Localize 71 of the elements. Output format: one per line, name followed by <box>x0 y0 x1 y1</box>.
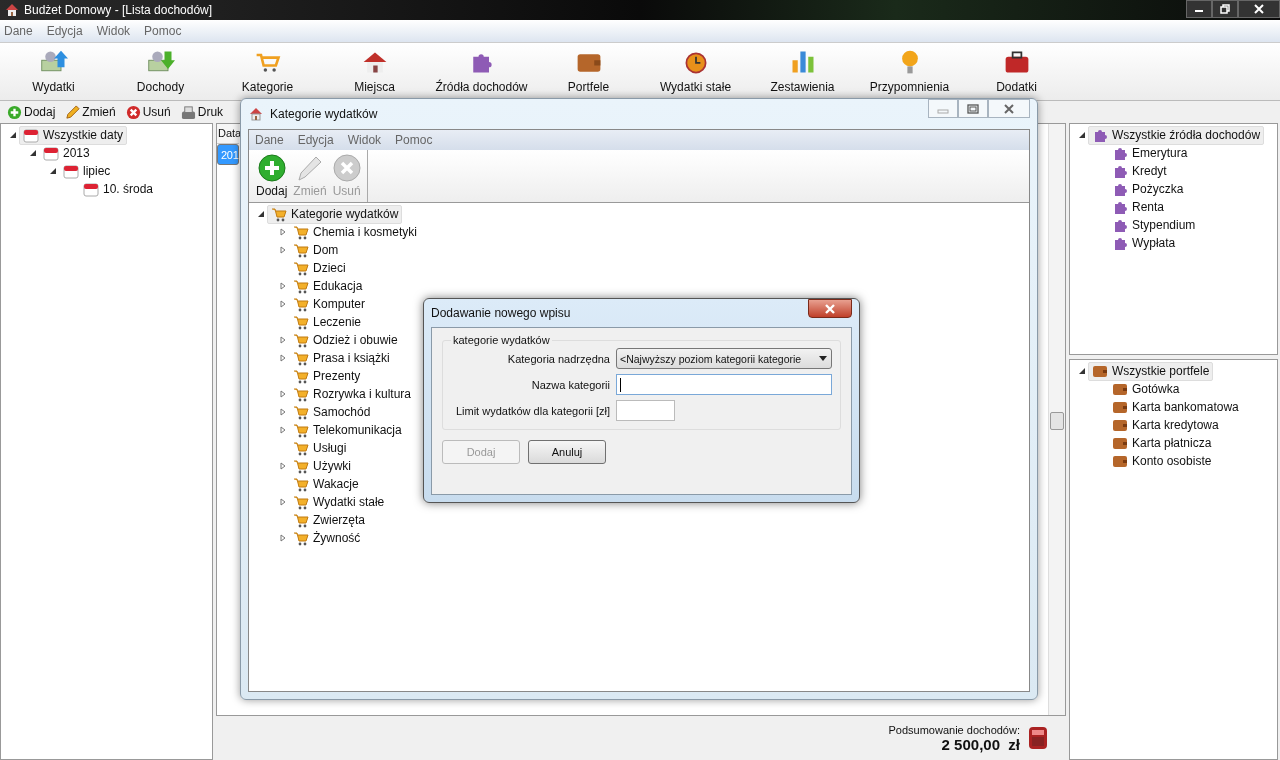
dialog-button[interactable]: Anuluj <box>528 440 606 464</box>
toolbar-button[interactable]: Wydatki stałe <box>642 43 749 100</box>
tree-item[interactable]: Wszystkie portfele <box>1088 361 1214 381</box>
window-title: Kategorie wydatków <box>270 107 378 121</box>
dialog-title: Dodawanie nowego wpisu <box>431 306 571 320</box>
toolbar-button[interactable]: Przypomnienia <box>856 43 963 100</box>
tree-item[interactable]: Kategorie wydatków <box>267 204 403 224</box>
toolbar-button[interactable]: Wydatki <box>0 43 107 100</box>
tree-item[interactable]: 10. środa <box>79 179 158 199</box>
tree-item[interactable]: Pożyczka <box>1108 179 1188 199</box>
tree-item[interactable]: Wszystkie daty <box>19 125 127 145</box>
tree-item[interactable]: Gotówka <box>1108 379 1184 399</box>
tree-item[interactable]: Chemia i kosmetyki <box>289 222 422 242</box>
tree-item[interactable]: Kredyt <box>1108 161 1171 181</box>
field-label: Nazwa kategorii <box>531 378 610 391</box>
toolbar-button[interactable]: Kategorie <box>214 43 321 100</box>
toolbar-button[interactable]: Dodaj <box>253 150 291 202</box>
menu-item[interactable]: Dane <box>255 133 284 147</box>
tree-item[interactable]: Prezenty <box>289 366 365 386</box>
tree-item[interactable]: Dom <box>289 240 343 260</box>
tree-item[interactable]: Karta bankomatowa <box>1108 397 1243 417</box>
tree-item[interactable]: Leczenie <box>289 312 366 332</box>
tree-item[interactable]: Wakacje <box>289 474 363 494</box>
tree-item[interactable]: Edukacja <box>289 276 367 296</box>
dropdown[interactable]: <Najwyższy poziom kategorii kategorie <box>616 348 832 369</box>
tree-item[interactable]: Karta kredytowa <box>1108 415 1223 435</box>
column-header[interactable]: Data <box>217 124 239 144</box>
group-title: kategorie wydatków <box>452 334 551 346</box>
toolbar-button[interactable]: Dodatki <box>963 43 1070 100</box>
toolbar-button[interactable]: Druk <box>176 104 228 120</box>
menu-item[interactable]: Edycja <box>297 133 334 147</box>
tree-item[interactable]: Żywność <box>289 528 365 548</box>
toolbar-button[interactable]: Zmień <box>61 104 120 120</box>
tree-item[interactable]: Konto osobiste <box>1108 451 1216 471</box>
toolbar-button[interactable]: Źródła dochodów <box>428 43 535 100</box>
field-label: Kategoria nadrzędna <box>507 352 610 365</box>
tree-item[interactable]: Renta <box>1108 197 1169 217</box>
toolbar-button[interactable]: Portfele <box>535 43 642 100</box>
toolbar-button[interactable]: Zestawienia <box>749 43 856 100</box>
menu-item[interactable]: Pomoc <box>395 133 433 147</box>
menu-item[interactable]: Pomoc <box>144 24 182 38</box>
menu-item[interactable]: Dane <box>4 24 33 38</box>
tree-item[interactable]: Telekomunikacja <box>289 420 406 440</box>
toolbar-button[interactable]: Dodaj <box>3 104 60 120</box>
tree-item[interactable]: Dzieci <box>289 258 350 278</box>
tree-item[interactable]: Prasa i książki <box>289 348 394 368</box>
tree-item[interactable]: Usługi <box>289 438 351 458</box>
toolbar-button[interactable]: Usuń <box>121 104 175 120</box>
summary-label: Podsumowanie dochodów: <box>888 723 1020 736</box>
toolbar-button[interactable]: Dochody <box>107 43 214 100</box>
tree-item[interactable]: Stypendium <box>1108 215 1200 235</box>
field-label: Limit wydatków dla kategorii [zł] <box>455 404 610 417</box>
toolbar-button[interactable]: Miejsca <box>321 43 428 100</box>
tree-item[interactable]: Wydatki stałe <box>289 492 389 512</box>
tree-item[interactable]: Karta płatnicza <box>1108 433 1216 453</box>
tree-item[interactable]: Rozrywka i kultura <box>289 384 416 404</box>
tree-item[interactable]: lipiec <box>59 161 115 181</box>
tree-item[interactable]: Używki <box>289 456 355 476</box>
tree-item[interactable]: Zwierzęta <box>289 510 369 530</box>
menu-item[interactable]: Edycja <box>46 24 83 38</box>
menu-item[interactable]: Widok <box>96 24 131 38</box>
tree-item[interactable]: Komputer <box>289 294 370 314</box>
tree-item[interactable]: Wypłata <box>1108 233 1180 253</box>
window-title: Budżet Domowy - [Lista dochodów] <box>24 3 213 17</box>
summary-value: 2 500,00 zł <box>941 735 1020 753</box>
tree-item[interactable]: Emerytura <box>1108 143 1192 163</box>
tree-item[interactable]: Odzież i obuwie <box>289 330 402 350</box>
tree-item[interactable]: Wszystkie źródła dochodów <box>1088 125 1265 145</box>
menu-item[interactable]: Widok <box>347 133 382 147</box>
tree-item[interactable]: 2013 <box>39 143 94 163</box>
tree-item[interactable]: Samochód <box>289 402 375 422</box>
